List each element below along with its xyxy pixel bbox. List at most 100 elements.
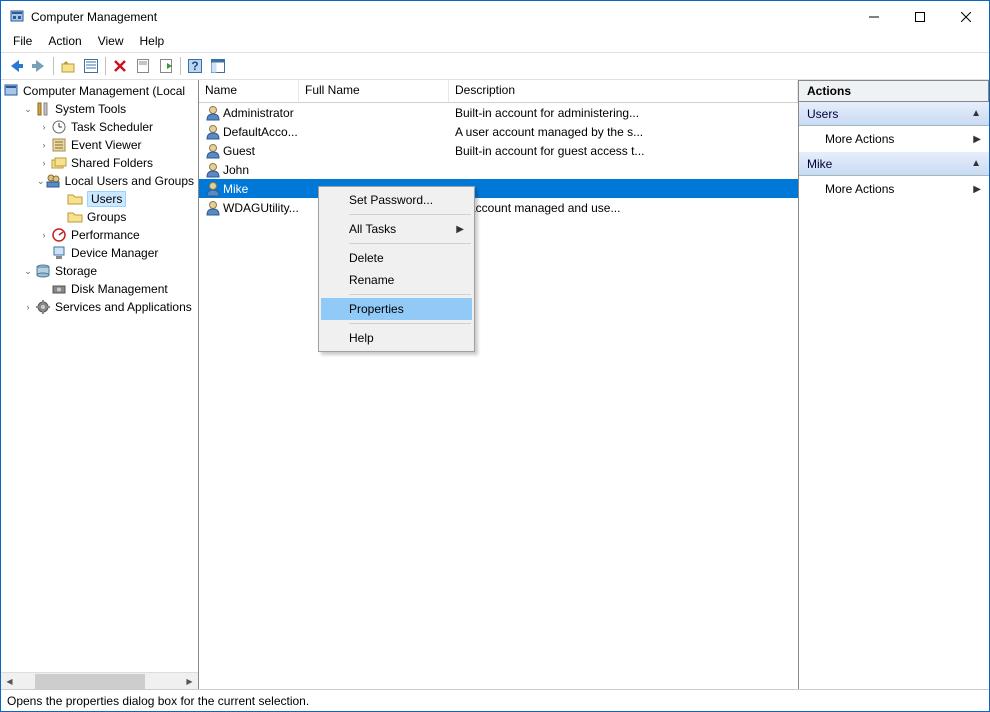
user-description: A user account managed by the s...: [449, 124, 798, 140]
disk-icon: [51, 281, 67, 297]
user-name: John: [223, 163, 249, 177]
context-menu-help[interactable]: Help: [321, 327, 472, 349]
services-icon: [35, 299, 51, 315]
tree-node-device-manager[interactable]: Device Manager: [1, 244, 198, 262]
menu-file[interactable]: File: [5, 32, 40, 52]
menu-view[interactable]: View: [90, 32, 132, 52]
actions-item-more-actions[interactable]: More Actions▶: [799, 176, 989, 202]
tree-node-label: Users: [87, 191, 126, 207]
minimize-button[interactable]: [851, 1, 897, 32]
tree-node-task-scheduler[interactable]: ›Task Scheduler: [1, 118, 198, 136]
user-row-defaultacco[interactable]: DefaultAcco...A user account managed by …: [199, 122, 798, 141]
actions-section-users[interactable]: Users▲: [799, 102, 989, 126]
tree-node-label: Event Viewer: [71, 138, 141, 152]
mgmt-icon: [3, 83, 19, 99]
context-menu-separator: [349, 243, 471, 244]
actions-section-mike[interactable]: Mike ▲: [799, 152, 989, 176]
show-hide-button[interactable]: [207, 55, 229, 77]
user-row-guest[interactable]: GuestBuilt-in account for guest access t…: [199, 141, 798, 160]
menu-action[interactable]: Action: [40, 32, 89, 52]
folder-icon: [67, 191, 83, 207]
user-row-john[interactable]: John: [199, 160, 798, 179]
export-button[interactable]: [155, 55, 177, 77]
back-button[interactable]: [5, 55, 27, 77]
users-icon-icon: [45, 173, 61, 189]
tree-node-label: Local Users and Groups: [65, 174, 194, 188]
context-menu-rename[interactable]: Rename: [321, 269, 472, 291]
context-menu-separator: [349, 294, 471, 295]
tree-node-services-and-applications[interactable]: › Services and Applications: [1, 298, 198, 316]
properties-toolbar-button[interactable]: [80, 55, 102, 77]
tree-view[interactable]: Computer Management (Local⌄System Tools›…: [1, 80, 198, 672]
context-menu-label: Delete: [349, 251, 384, 265]
tree-node-disk-management[interactable]: Disk Management: [1, 280, 198, 298]
tree-node-system-tools[interactable]: ⌄System Tools: [1, 100, 198, 118]
perf-icon: [51, 227, 67, 243]
tree-node-users[interactable]: Users: [1, 190, 198, 208]
expander-icon[interactable]: ⌄: [21, 104, 35, 115]
tree-node-label: Services and Applications: [55, 300, 192, 314]
list-panel: Name Full Name Description Administrator…: [199, 80, 799, 689]
actions-item-more-actions[interactable]: More Actions▶: [799, 126, 989, 152]
forward-button[interactable]: [28, 55, 50, 77]
col-fullname[interactable]: Full Name: [299, 80, 449, 102]
actions-section-title: Mike: [807, 157, 832, 171]
tree-node-groups[interactable]: Groups: [1, 208, 198, 226]
tree-node-label: Shared Folders: [71, 156, 153, 170]
tree-node-label: Performance: [71, 228, 140, 242]
tree-node-local-users-and-groups[interactable]: ⌄ Local Users and Groups: [1, 172, 198, 190]
user-icon: [205, 162, 221, 178]
context-menu-label: Set Password...: [349, 193, 433, 207]
status-bar: Opens the properties dialog box for the …: [1, 689, 989, 711]
expander-icon[interactable]: ›: [37, 140, 51, 150]
content-area: Computer Management (Local⌄System Tools›…: [1, 80, 989, 689]
col-description[interactable]: Description: [449, 80, 798, 102]
submenu-arrow-icon: ▶: [456, 224, 464, 235]
actions-section-title: Users: [807, 107, 838, 121]
close-button[interactable]: [943, 1, 989, 32]
actions-item-label: More Actions: [825, 182, 894, 196]
context-menu-separator: [349, 214, 471, 215]
list-body[interactable]: AdministratorBuilt-in account for admini…: [199, 103, 798, 689]
user-name: Mike: [223, 182, 248, 196]
tree-node-shared-folders[interactable]: › Shared Folders: [1, 154, 198, 172]
context-menu-delete[interactable]: Delete: [321, 247, 472, 269]
user-description: Built-in account for guest access t...: [449, 143, 798, 159]
user-icon: [205, 143, 221, 159]
user-description: [449, 169, 798, 171]
delete-toolbar-button[interactable]: [109, 55, 131, 77]
up-button[interactable]: [57, 55, 79, 77]
context-menu-all-tasks[interactable]: All Tasks▶: [321, 218, 472, 240]
menu-help[interactable]: Help: [132, 32, 173, 52]
col-name[interactable]: Name: [199, 80, 299, 102]
refresh-button[interactable]: [132, 55, 154, 77]
help-toolbar-button[interactable]: ?: [184, 55, 206, 77]
context-menu-set-password-[interactable]: Set Password...: [321, 189, 472, 211]
context-menu-label: Rename: [349, 273, 394, 287]
user-icon: [205, 105, 221, 121]
user-row-administrator[interactable]: AdministratorBuilt-in account for admini…: [199, 103, 798, 122]
tree-horizontal-scrollbar[interactable]: ◀▶: [1, 672, 198, 689]
tree-node-storage[interactable]: ⌄Storage: [1, 262, 198, 280]
expander-icon[interactable]: ›: [37, 158, 51, 168]
tree-root[interactable]: Computer Management (Local: [1, 82, 198, 100]
expander-icon[interactable]: ›: [37, 122, 51, 132]
collapse-icon: ▲: [971, 158, 981, 169]
actions-header: Actions: [799, 80, 989, 102]
context-menu-properties[interactable]: Properties: [321, 298, 472, 320]
maximize-button[interactable]: [897, 1, 943, 32]
context-menu-separator: [349, 323, 471, 324]
expander-icon[interactable]: ›: [37, 230, 51, 240]
tree-node-performance[interactable]: › Performance: [1, 226, 198, 244]
context-menu: Set Password... All Tasks▶ Delete Rename Pro…: [318, 186, 475, 352]
tree-root-label: Computer Management (Local: [23, 84, 185, 98]
expander-icon[interactable]: ›: [21, 302, 35, 312]
user-fullname: [299, 169, 449, 171]
user-row-mike[interactable]: Mike: [199, 179, 798, 198]
tree-node-event-viewer[interactable]: › Event Viewer: [1, 136, 198, 154]
actions-panel: Actions Users▲More Actions▶Mike▲More Act…: [799, 80, 989, 689]
expander-icon[interactable]: ⌄: [37, 176, 45, 187]
expander-icon[interactable]: ⌄: [21, 266, 35, 277]
user-name: WDAGUtility...: [223, 201, 299, 215]
user-row-wdagutility[interactable]: WDAGUtility...er account managed and use…: [199, 198, 798, 217]
